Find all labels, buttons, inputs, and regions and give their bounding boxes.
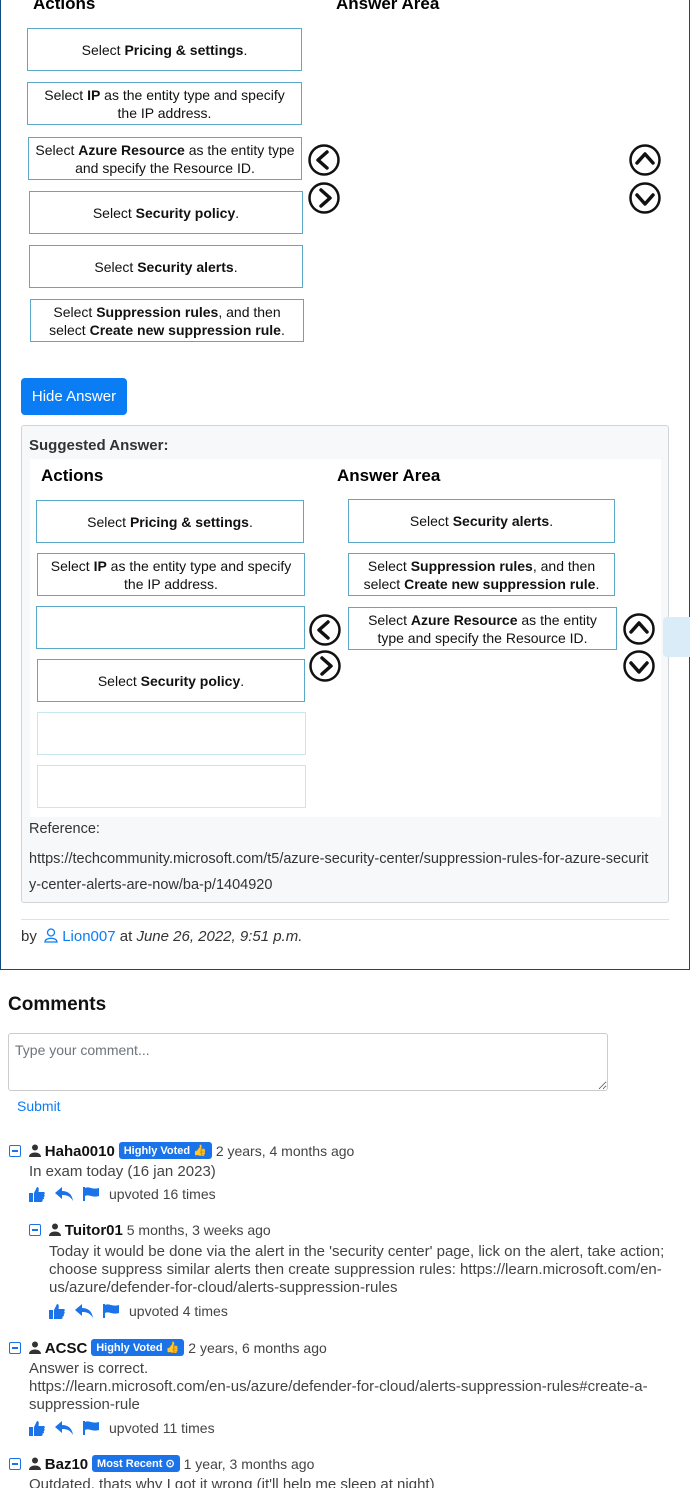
- move-down-icon: [623, 650, 655, 682]
- upvote-icon[interactable]: [49, 1303, 65, 1319]
- comment-user[interactable]: Baz10: [45, 1456, 88, 1473]
- suggested-answer-item: Select Security alerts.: [348, 499, 615, 543]
- submit-button[interactable]: Submit: [17, 1098, 61, 1114]
- empty-slot: [37, 712, 306, 755]
- reply-icon[interactable]: [55, 1187, 73, 1201]
- reference-link[interactable]: https://techcommunity.microsoft.com/t5/a…: [29, 846, 649, 898]
- reply-icon[interactable]: [55, 1421, 73, 1435]
- user-icon: [48, 1223, 61, 1236]
- comment-header: Baz10 Most Recent ⊙ 1 year, 3 months ago: [9, 1455, 314, 1473]
- vote-count: upvoted 4 times: [129, 1303, 228, 1319]
- user-icon: [28, 1144, 41, 1157]
- comment-header: Haha0010 Highly Voted 👍 2 years, 4 month…: [9, 1142, 354, 1160]
- author-link[interactable]: Lion007: [62, 928, 115, 945]
- comment-time: 5 months, 3 weeks ago: [126, 1222, 271, 1238]
- action-item[interactable]: Select Security policy.: [29, 191, 303, 234]
- collapse-icon[interactable]: [9, 1145, 21, 1157]
- action-item[interactable]: Select Azure Resource as the entity type…: [28, 137, 302, 180]
- hide-answer-button[interactable]: Hide Answer: [21, 378, 127, 415]
- comment-time: 1 year, 3 months ago: [183, 1456, 315, 1472]
- answer-area-header: Answer Area: [336, 0, 440, 13]
- suggested-actions-header: Actions: [41, 466, 104, 485]
- collapse-icon[interactable]: [9, 1458, 21, 1470]
- suggested-answer-item: Select Azure Resource as the entity type…: [348, 607, 617, 650]
- action-item[interactable]: Select Security alerts.: [29, 245, 303, 288]
- highly-voted-badge: Highly Voted 👍: [118, 1142, 212, 1159]
- actions-header: Actions: [33, 0, 96, 13]
- thumbs-up-icon: 👍: [193, 1145, 207, 1157]
- user-icon: [44, 928, 58, 943]
- action-item[interactable]: Select Suppression rules, and then selec…: [30, 299, 304, 342]
- suggested-action-item: Select Pricing & settings.: [36, 500, 304, 543]
- comment-time: 2 years, 6 months ago: [188, 1340, 327, 1356]
- move-right-icon[interactable]: [307, 181, 341, 215]
- flag-icon[interactable]: [83, 1187, 99, 1201]
- action-item[interactable]: Select Pricing & settings.: [27, 28, 302, 71]
- move-left-icon[interactable]: [307, 143, 341, 177]
- comment-input[interactable]: [8, 1033, 608, 1091]
- suggested-answer-label: Suggested Answer:: [29, 437, 169, 454]
- comment-actions: upvoted 16 times: [29, 1186, 216, 1202]
- flag-icon[interactable]: [103, 1304, 119, 1318]
- scroll-top-button[interactable]: [663, 617, 690, 657]
- suggested-answer-image: Actions Answer Area Select Pricing & set…: [30, 459, 661, 817]
- highly-voted-badge: Highly Voted 👍: [91, 1339, 185, 1356]
- flag-icon[interactable]: [83, 1421, 99, 1435]
- suggested-answer-item: Select Suppression rules, and then selec…: [348, 553, 615, 596]
- user-icon: [28, 1341, 41, 1354]
- thumbs-up-icon: 👍: [165, 1342, 180, 1354]
- reply-icon[interactable]: [75, 1304, 93, 1318]
- byline: by Lion007 at June 26, 2022, 9:51 p.m.: [21, 928, 302, 945]
- user-icon: [28, 1457, 41, 1470]
- comment-actions: upvoted 4 times: [49, 1303, 228, 1319]
- most-recent-badge: Most Recent ⊙: [92, 1455, 180, 1472]
- clock-icon: ⊙: [165, 1458, 175, 1470]
- comments-title: Comments: [8, 994, 107, 1015]
- suggested-action-item: Select Security policy.: [37, 659, 305, 702]
- comment-time: 2 years, 4 months ago: [215, 1143, 355, 1159]
- suggested-action-item: Select IP as the entity type and specify…: [37, 553, 305, 596]
- comment-user[interactable]: ACSC: [45, 1340, 88, 1357]
- empty-slot: [37, 765, 306, 808]
- comment-text: Today it would be done via the alert in …: [49, 1243, 665, 1296]
- comment-user[interactable]: Tuitor01: [65, 1222, 123, 1239]
- empty-slot: [36, 606, 305, 649]
- byline-at: at: [119, 928, 133, 945]
- comment-text: Answer is correct. https://learn.microso…: [29, 1360, 648, 1413]
- comment-actions: upvoted 11 times: [29, 1420, 215, 1436]
- move-up-icon[interactable]: [628, 143, 662, 177]
- suggested-answer-area-header: Answer Area: [337, 466, 441, 485]
- comment-user[interactable]: Haha0010: [45, 1143, 115, 1160]
- post-date: June 26, 2022, 9:51 p.m.: [136, 928, 303, 945]
- action-item[interactable]: Select IP as the entity type and specify…: [27, 82, 302, 125]
- vote-count: upvoted 11 times: [109, 1420, 215, 1436]
- suggested-answer-panel: Suggested Answer: Actions Answer Area Se…: [21, 425, 669, 903]
- comment-text: In exam today (16 jan 2023): [29, 1163, 216, 1180]
- move-right-icon: [309, 650, 341, 682]
- collapse-icon[interactable]: [29, 1224, 41, 1236]
- collapse-icon[interactable]: [9, 1342, 21, 1354]
- vote-count: upvoted 16 times: [109, 1186, 216, 1202]
- move-up-icon: [623, 613, 655, 645]
- upvote-icon[interactable]: [29, 1186, 45, 1202]
- comment-text: Outdated, thats why I got it wrong (it'l…: [29, 1476, 435, 1488]
- comment-header: Tuitor01 5 months, 3 weeks ago: [29, 1222, 271, 1239]
- move-left-icon: [309, 614, 341, 646]
- comment-header: ACSC Highly Voted 👍 2 years, 6 months ag…: [9, 1339, 327, 1357]
- upvote-icon[interactable]: [29, 1420, 45, 1436]
- byline-by: by: [21, 928, 37, 945]
- move-down-icon[interactable]: [628, 181, 662, 215]
- reference-label: Reference:: [29, 821, 100, 837]
- divider: [21, 919, 669, 920]
